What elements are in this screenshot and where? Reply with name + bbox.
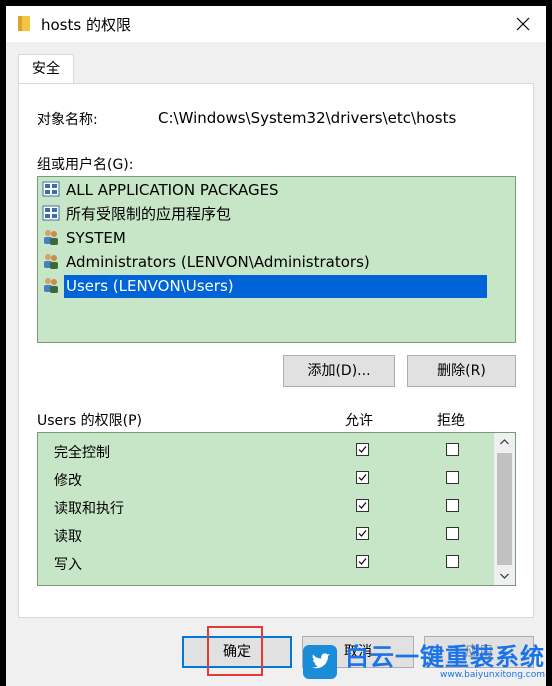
- scroll-up-button[interactable]: [494, 433, 515, 451]
- permission-row: 完全控制: [38, 437, 496, 465]
- users-icon: [44, 278, 58, 293]
- package-group-icon: [42, 205, 60, 221]
- list-item[interactable]: ALL APPLICATION PACKAGES: [42, 179, 281, 202]
- permission-name: 完全控制: [54, 445, 110, 461]
- allow-checkbox[interactable]: [356, 555, 369, 568]
- list-item[interactable]: Administrators (LENVON\Administrators): [42, 251, 372, 274]
- permission-name: 读取: [54, 529, 82, 545]
- remove-button[interactable]: 删除(R): [407, 355, 516, 387]
- ok-button[interactable]: 确定: [182, 636, 292, 668]
- deny-header: 拒绝: [437, 413, 465, 429]
- permission-name: 读取和执行: [54, 501, 124, 517]
- allow-checkbox[interactable]: [356, 527, 369, 540]
- deny-checkbox[interactable]: [446, 499, 459, 512]
- list-item-label: Administrators (LENVON\Administrators): [66, 253, 370, 271]
- users-icon: [44, 230, 58, 245]
- folder-icon: [18, 16, 30, 31]
- title-bar: hosts 的权限: [6, 6, 546, 42]
- scroll-down-button[interactable]: [494, 567, 515, 585]
- allow-checkbox[interactable]: [356, 499, 369, 512]
- deny-checkbox[interactable]: [446, 471, 459, 484]
- deny-checkbox[interactable]: [446, 443, 459, 456]
- permission-row: 读取: [38, 521, 496, 549]
- package-group-icon: [42, 181, 60, 197]
- deny-checkbox[interactable]: [446, 555, 459, 568]
- add-button[interactable]: 添加(D)...: [283, 355, 395, 387]
- window-title: hosts 的权限: [41, 16, 131, 34]
- list-item-selected[interactable]: Users (LENVON\Users): [42, 275, 487, 298]
- watermark: 白云一键重装系统 www.baiyunxitong.com: [303, 638, 552, 686]
- allow-header: 允许: [345, 413, 373, 429]
- tab-security[interactable]: 安全: [18, 54, 74, 84]
- permission-row: 读取和执行: [38, 493, 496, 521]
- object-name-label: 对象名称:: [37, 112, 98, 128]
- watermark-url: www.baiyunxitong.com: [440, 669, 545, 680]
- groups-listbox[interactable]: ALL APPLICATION PACKAGES 所有受限制的应用程序包 SYS…: [37, 176, 516, 343]
- list-item-label: ALL APPLICATION PACKAGES: [66, 181, 279, 199]
- watermark-title: 白云一键重装系统: [345, 642, 545, 671]
- list-item-label: 所有受限制的应用程序包: [66, 205, 232, 223]
- users-icon: [44, 254, 58, 269]
- close-icon: [516, 17, 530, 31]
- object-name-value: C:\Windows\System32\drivers\etc\hosts: [158, 109, 457, 127]
- list-item[interactable]: SYSTEM: [42, 227, 128, 250]
- twitter-bird-icon: [303, 645, 337, 679]
- permissions-dialog: hosts 的权限 安全 对象名称: C:\Windows\System32\d…: [6, 6, 546, 686]
- permission-name: 修改: [54, 473, 82, 489]
- watermark-text: 白云一键重装系统 www.baiyunxitong.com: [345, 644, 545, 681]
- chevron-up-icon: [500, 439, 509, 445]
- allow-checkbox[interactable]: [356, 471, 369, 484]
- list-item-label: Users (LENVON\Users): [64, 275, 487, 298]
- deny-checkbox[interactable]: [446, 527, 459, 540]
- list-item[interactable]: 所有受限制的应用程序包: [42, 203, 233, 226]
- permission-row: 写入: [38, 549, 496, 577]
- permissions-label: Users 的权限(P): [37, 413, 143, 429]
- scroll-thumb[interactable]: [497, 453, 512, 565]
- list-item-label: SYSTEM: [66, 229, 126, 247]
- chevron-down-icon: [500, 573, 509, 579]
- permissions-list: 完全控制 修改 读取和执行 读取 写入: [37, 432, 516, 586]
- permissions-scrollbar[interactable]: [494, 433, 515, 585]
- permission-name: 写入: [54, 557, 82, 573]
- groups-label: 组或用户名(G):: [37, 157, 134, 173]
- permission-row: 修改: [38, 465, 496, 493]
- security-panel: 对象名称: C:\Windows\System32\drivers\etc\ho…: [18, 83, 534, 618]
- allow-checkbox[interactable]: [356, 443, 369, 456]
- close-button[interactable]: [500, 6, 546, 42]
